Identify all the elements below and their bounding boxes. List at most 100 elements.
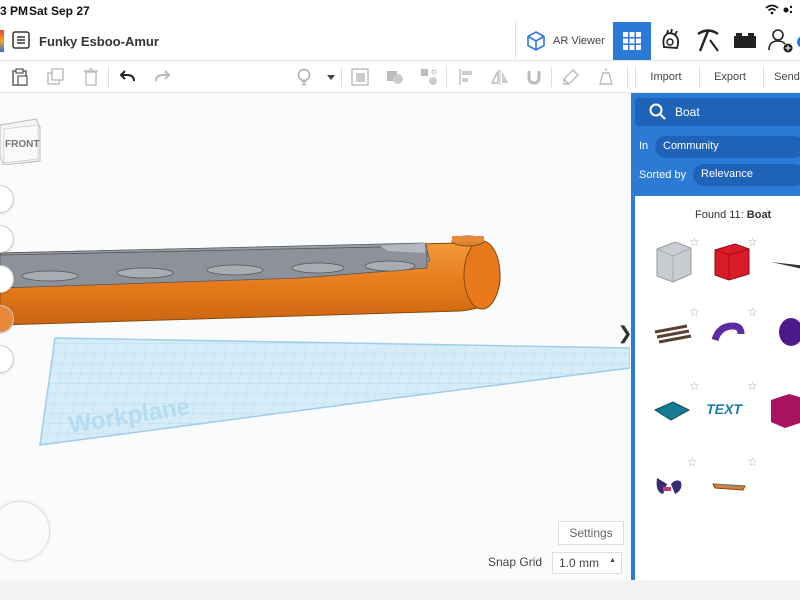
edit-toolbar: Import Export Send: [0, 61, 800, 93]
view-cube[interactable]: FRONT: [0, 117, 42, 166]
svg-text:☆: ☆: [689, 379, 700, 393]
magnet-icon: [527, 71, 541, 85]
mirror-icon: [490, 69, 508, 85]
settings-button[interactable]: Settings: [558, 521, 624, 545]
user-profile-button[interactable]: [763, 22, 800, 60]
toolbar-divider: [551, 67, 552, 87]
shape-result[interactable]: ☆: [707, 454, 765, 514]
duplicate-button[interactable]: [43, 64, 69, 90]
3d-design-view-button[interactable]: [613, 22, 651, 60]
brick-icon: [734, 33, 756, 48]
add-user-icon: [768, 29, 800, 53]
grid-icon: [623, 32, 641, 50]
found-term: Boat: [746, 209, 772, 221]
shape-search-box[interactable]: [635, 98, 800, 126]
group-icon: [387, 71, 403, 84]
flashlight-button[interactable]: [593, 64, 619, 90]
status-date: Sat Sep 27: [29, 4, 90, 18]
sim-lab-button[interactable]: [652, 22, 690, 60]
svg-text:☆: ☆: [689, 305, 700, 319]
svg-text:TEXT: TEXT: [707, 401, 744, 417]
notes-button[interactable]: [558, 64, 584, 90]
pickaxe-icon: [697, 29, 719, 52]
in-label: In: [639, 140, 649, 152]
shape-result[interactable]: [767, 234, 800, 294]
ungroup-button[interactable]: [416, 64, 442, 90]
light-button[interactable]: [291, 64, 317, 90]
shape-result[interactable]: ☆: [707, 234, 765, 294]
ar-viewer-label: AR Viewer: [553, 35, 605, 47]
toolbar-divider: [341, 67, 342, 87]
library-value: Community: [663, 140, 719, 152]
bottom-strip: [0, 580, 800, 600]
import-button[interactable]: Import: [635, 66, 696, 88]
shape-result[interactable]: ☆: [647, 378, 705, 438]
ruler-icon: [563, 69, 579, 85]
shape-result[interactable]: ☆: [647, 454, 705, 514]
svg-text:☆: ☆: [747, 379, 758, 393]
boat-model[interactable]: [0, 235, 501, 326]
ar-cube-icon: [524, 29, 548, 58]
trash-icon: [84, 68, 98, 86]
toolbar-divider: [627, 67, 628, 87]
sorted-by-label: Sorted by: [639, 169, 687, 181]
clipboard-icon: [12, 68, 28, 86]
apple-hand-icon: [662, 28, 680, 49]
ungroup-icon: [421, 69, 437, 85]
shapes-panel: In Community Sorted by Relevance Found 1…: [631, 93, 800, 580]
shape-result[interactable]: [767, 304, 800, 364]
shape-result[interactable]: TEXT ☆: [705, 378, 765, 438]
svg-text:☆: ☆: [687, 455, 698, 469]
shape-result[interactable]: ☆: [647, 304, 705, 364]
design-list-icon[interactable]: [12, 31, 30, 49]
sort-select[interactable]: Relevance: [693, 164, 800, 186]
lightbulb-icon: [297, 68, 311, 86]
title-bar: Funky Esboo-Amur AR Viewer: [0, 22, 800, 61]
cruise-button[interactable]: [521, 64, 547, 90]
found-prefix: Found 11:: [695, 209, 747, 221]
delete-button[interactable]: [78, 64, 104, 90]
svg-text:☆: ☆: [747, 455, 758, 469]
search-results: Found 11: Boat ☆ ☆ ☆ ☆ ☆ TEXT ☆ ☆ ☆: [635, 196, 800, 580]
send-to-button[interactable]: Send: [763, 66, 800, 88]
bricks-button[interactable]: [726, 22, 764, 60]
align-button[interactable]: [453, 64, 479, 90]
ar-viewer-button[interactable]: AR Viewer: [515, 22, 612, 60]
undo-button[interactable]: [115, 64, 141, 90]
workplane-tool-button[interactable]: [347, 64, 373, 90]
export-button[interactable]: Export: [699, 66, 760, 88]
tinkercad-logo[interactable]: [0, 30, 4, 52]
svg-text:☆: ☆: [689, 235, 700, 249]
status-bar: 3 PM Sat Sep 27: [0, 0, 800, 22]
scene-canvas[interactable]: Workplane: [0, 93, 630, 580]
collapse-panel-icon[interactable]: ❯: [617, 313, 630, 353]
workplane[interactable]: Workplane: [39, 337, 630, 446]
toolbar-divider: [446, 67, 447, 87]
3d-viewport[interactable]: Workplane FRONT Settings Snap Grid 1.0 m…: [0, 93, 630, 580]
mirror-button[interactable]: [487, 64, 513, 90]
shape-result[interactable]: ☆: [647, 234, 705, 294]
status-icons: [764, 3, 794, 18]
undo-icon: [119, 70, 135, 82]
shape-result[interactable]: ☆: [707, 304, 765, 364]
svg-text:☆: ☆: [747, 235, 758, 249]
snap-grid-select[interactable]: 1.0 mm ▲: [552, 552, 622, 574]
align-icon: [459, 69, 472, 85]
redo-icon: [155, 70, 171, 82]
redo-button[interactable]: [149, 64, 175, 90]
library-select[interactable]: Community: [655, 136, 800, 158]
snap-grid-label: Snap Grid: [488, 555, 543, 569]
svg-text:☆: ☆: [747, 305, 758, 319]
paste-button[interactable]: [7, 64, 33, 90]
blocks-button[interactable]: [690, 22, 728, 60]
found-count: Found 11: Boat: [695, 209, 771, 221]
design-title[interactable]: Funky Esboo-Amur: [39, 34, 159, 49]
sort-value: Relevance: [701, 168, 753, 180]
wifi-icon: [765, 4, 793, 15]
search-input[interactable]: [675, 104, 795, 120]
duplicate-icon: [47, 68, 64, 85]
shape-result[interactable]: [767, 378, 800, 438]
workplane-icon: [351, 68, 369, 86]
group-button[interactable]: [382, 64, 408, 90]
snap-grid-value: 1.0 mm: [559, 556, 600, 570]
